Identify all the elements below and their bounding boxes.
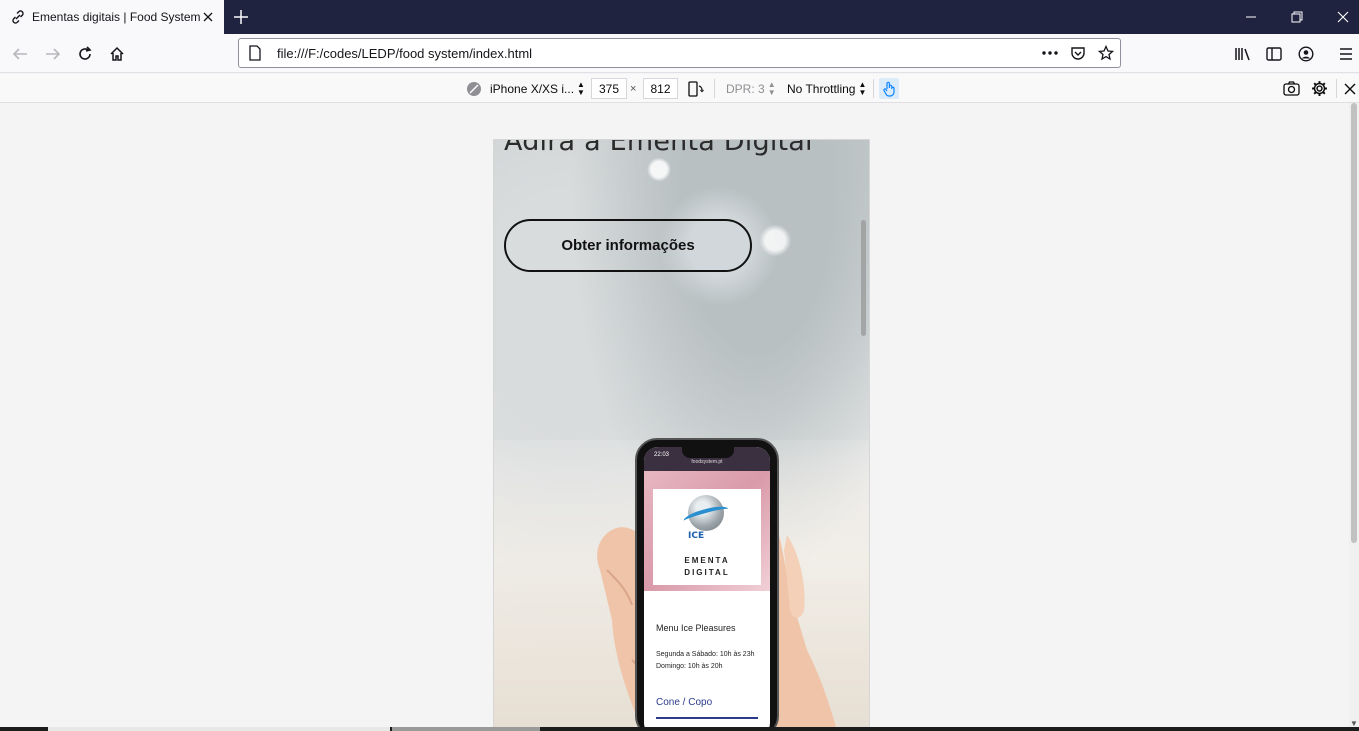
page-scrollbar-thumb[interactable] xyxy=(1351,103,1357,543)
responsive-design-toolbar: iPhone X/XS i... ▲ ▼ 375 × 812 DPR: 3 ▲ ▼ … xyxy=(0,74,1359,103)
banner-title: EMENTA DIGITAL xyxy=(653,555,761,579)
device-selector[interactable]: iPhone X/XS i... ▲ ▼ xyxy=(466,78,585,99)
url-bar[interactable]: file:///F:/codes/LEDP/food system/index.… xyxy=(238,38,1121,68)
browser-tab[interactable]: Ementas digitais | Food System xyxy=(0,0,224,34)
close-icon[interactable] xyxy=(200,9,216,25)
navigation-toolbar: file:///F:/codes/LEDP/food system/index.… xyxy=(0,34,1359,73)
phone-mockup: 22:03 foodsystem.pt ICE EMENTA DIGITAL M… xyxy=(635,438,779,731)
link-icon xyxy=(10,9,26,25)
width-field[interactable]: 375 xyxy=(591,78,627,99)
phone-notch xyxy=(682,447,734,458)
cta-button[interactable]: Obter informações xyxy=(504,219,752,272)
dpr-label: DPR: 3 xyxy=(726,81,765,96)
library-icon[interactable] xyxy=(1229,40,1257,68)
home-icon[interactable] xyxy=(103,40,131,68)
pocket-icon[interactable] xyxy=(1064,39,1092,67)
restore-icon[interactable] xyxy=(1274,0,1320,34)
rotate-device-icon[interactable] xyxy=(687,78,705,99)
device-name: iPhone X/XS i... xyxy=(490,81,575,96)
hero-title: Adira a Ementa Digital xyxy=(504,139,813,157)
height-input[interactable]: 812 xyxy=(643,78,678,99)
device-viewport[interactable]: Adira a Ementa Digital Obter informações… xyxy=(493,139,870,731)
hours-line-1: Segunda a Sábado: 10h às 23h xyxy=(656,651,755,658)
menu-category: Cone / Copo xyxy=(656,697,713,708)
bottom-strip xyxy=(0,727,1359,731)
sidebar-icon[interactable] xyxy=(1260,40,1288,68)
page-icon xyxy=(247,45,263,61)
page-scrollbar[interactable]: ▼ xyxy=(1349,103,1359,731)
star-icon[interactable] xyxy=(1092,39,1120,67)
dpr-selector[interactable]: DPR: 3 ▲ ▼ xyxy=(726,78,776,99)
back-arrow-icon[interactable] xyxy=(6,40,34,68)
touch-icon[interactable] xyxy=(879,78,899,99)
account-icon[interactable] xyxy=(1292,40,1320,68)
url-text[interactable]: file:///F:/codes/LEDP/food system/index.… xyxy=(277,46,1036,61)
phone-banner: ICE EMENTA DIGITAL xyxy=(644,471,770,591)
plus-icon[interactable] xyxy=(230,6,252,28)
camera-icon[interactable] xyxy=(1283,78,1300,99)
phone-time: 22:03 xyxy=(654,452,670,458)
menu-hours: Segunda a Sábado: 10h às 23h Domingo: 10… xyxy=(656,649,754,673)
minimize-icon[interactable] xyxy=(1228,0,1274,34)
reload-icon[interactable] xyxy=(71,40,99,68)
window-close-icon[interactable] xyxy=(1320,0,1359,34)
tab-strip: Ementas digitais | Food System xyxy=(0,0,1359,34)
height-field[interactable]: 812 xyxy=(643,78,678,99)
logo-text: ICE xyxy=(688,531,705,541)
category-underline xyxy=(656,717,758,719)
width-input[interactable]: 375 xyxy=(591,78,627,99)
forward-arrow-icon[interactable] xyxy=(39,40,67,68)
phone-screen: 22:03 foodsystem.pt ICE EMENTA DIGITAL M… xyxy=(644,447,770,731)
banner-line-2: DIGITAL xyxy=(684,568,730,577)
dimension-times: × xyxy=(630,82,637,95)
bottom-strip-segment xyxy=(48,727,390,731)
bottom-strip-segment xyxy=(392,727,540,731)
gear-icon[interactable] xyxy=(1311,78,1328,99)
updown-icon: ▲ ▼ xyxy=(767,79,776,97)
throttling-label: No Throttling xyxy=(787,81,856,96)
logo-box: ICE EMENTA DIGITAL xyxy=(653,489,761,585)
updown-icon: ▲ ▼ xyxy=(858,79,867,97)
tab-title: Ementas digitais | Food System xyxy=(32,10,200,24)
throttling-selector[interactable]: No Throttling ▲ ▼ xyxy=(787,78,866,99)
menu-title: Menu Ice Pleasures xyxy=(656,623,736,633)
hours-line-2: Domingo: 10h às 20h xyxy=(656,663,723,670)
viewport-scrollbar[interactable] xyxy=(861,220,866,336)
close-icon[interactable] xyxy=(1344,78,1356,99)
more-dots-icon[interactable] xyxy=(1036,39,1064,67)
hamburger-icon[interactable] xyxy=(1332,40,1359,68)
updown-icon: ▲ ▼ xyxy=(577,79,585,97)
device-icon xyxy=(466,81,482,97)
banner-line-1: EMENTA xyxy=(684,556,730,565)
viewport-canvas: Adira a Ementa Digital Obter informações… xyxy=(0,103,1359,731)
